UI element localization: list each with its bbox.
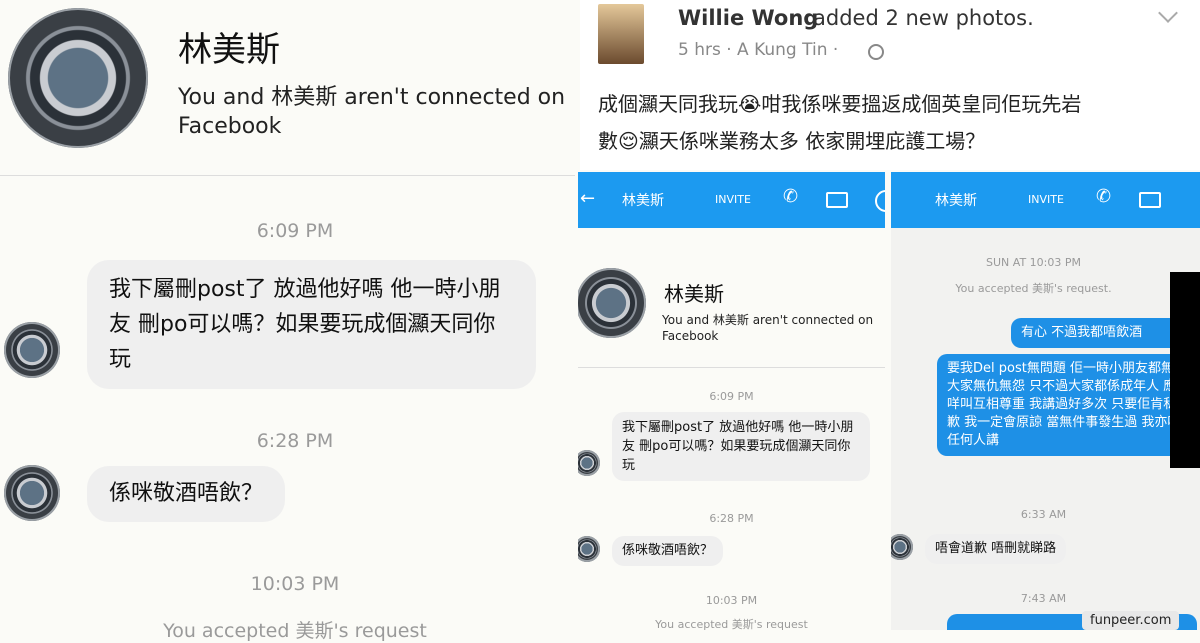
post-author[interactable]: Willie Wong [678, 6, 818, 30]
chat-title: 林美斯 [622, 193, 664, 209]
message-bubble: 係咪敬酒唔飲？ [87, 466, 286, 522]
sender-avatar[interactable] [578, 536, 600, 562]
timestamp: 6:28 PM [709, 512, 754, 525]
author-avatar[interactable] [598, 4, 644, 64]
contact-name: 林美斯 [664, 282, 724, 306]
message-bubble: 我下屬刪post了 放過他好嗎 他一時小朋友 刪po可以嗎？如果要玩成個灦天同你… [87, 260, 536, 389]
timestamp: 6:09 PM [256, 220, 334, 242]
post-action: added 2 new photos. [813, 6, 1034, 30]
sender-avatar[interactable] [4, 322, 60, 378]
video-icon[interactable] [1139, 192, 1161, 208]
sent-bubble: 要我Del post無問題 佢一時小朋友都無問題 大家無仇無怨 只不過大家都係成… [937, 354, 1200, 456]
invite-button[interactable]: INVITE [1028, 193, 1064, 206]
chat-title: 林美斯 [935, 193, 977, 209]
timestamp: 6:28 PM [256, 430, 334, 452]
divider [578, 367, 885, 368]
timestamp: SUN AT 10:03 PM [986, 256, 1081, 269]
accepted-text: You accepted 美斯's request [655, 618, 808, 630]
screenshot-2: 林美斯 INVITE ✆ SUN AT 10:03 PM You accepte… [891, 172, 1200, 630]
not-connected-text: You and 林美斯 aren't connected on Facebook [662, 313, 874, 343]
phone-icon[interactable]: ✆ [1096, 186, 1111, 207]
sender-avatar[interactable] [891, 534, 913, 560]
contact-avatar[interactable] [8, 8, 148, 148]
watermark: funpeer.com [1082, 611, 1180, 630]
post-card: Willie Wong added 2 new photos. 5 hrs · … [580, 0, 1200, 170]
divider [0, 175, 575, 176]
message-bubble: 係咪敬酒唔飲？ [612, 536, 724, 566]
timestamp: 6:09 PM [709, 390, 754, 403]
screenshot-1: ← 林美斯 INVITE ✆ 林美斯 You and 林美斯 aren't co… [578, 172, 885, 630]
timestamp: 10:03 PM [705, 594, 758, 607]
message-bubble: 唔會道歉 唔刪就睇路 [925, 534, 1067, 564]
post-meta: 5 hrs · A Kung Tin · [678, 40, 839, 60]
timestamp: 7:43 AM [1020, 592, 1067, 605]
timestamp: 6:33 AM [1020, 508, 1067, 521]
video-icon[interactable] [826, 192, 848, 208]
accepted-text: You accepted 美斯's request. [955, 282, 1112, 295]
message-bubble: 我下屬刪post了 放過他好嗎 他一時小朋友 刪po可以嗎？如果要玩成個灦天同你… [612, 412, 870, 481]
invite-button[interactable]: INVITE [715, 193, 751, 206]
globe-icon [868, 44, 884, 60]
sender-avatar[interactable] [4, 465, 60, 521]
back-arrow-icon[interactable]: ← [580, 188, 595, 209]
phone-icon[interactable]: ✆ [783, 186, 798, 207]
contact-avatar[interactable] [578, 268, 646, 338]
post-text-line2: 數😌灦天係咪業務太多 依家開埋庇護工場？ [598, 129, 986, 153]
chevron-down-icon[interactable] [1158, 3, 1178, 23]
contact-name[interactable]: 林美斯 [178, 22, 280, 71]
messenger-top-bar: ← 林美斯 INVITE ✆ [578, 172, 885, 228]
info-icon[interactable] [875, 190, 885, 212]
left-panel: 林美斯 You and 林美斯 aren't connected on Face… [0, 0, 575, 642]
post-text-line1: 成個灦天同我玩😭咁我係咪要搵返成個英皇同佢玩先岩 [598, 92, 1082, 116]
timestamp: 10:03 PM [250, 573, 340, 595]
messenger-top-bar: 林美斯 INVITE ✆ [891, 172, 1200, 228]
not-connected-text: You and 林美斯 aren't connected on Facebook [178, 85, 566, 139]
redaction-bar [1170, 272, 1200, 468]
sender-avatar[interactable] [578, 450, 600, 476]
